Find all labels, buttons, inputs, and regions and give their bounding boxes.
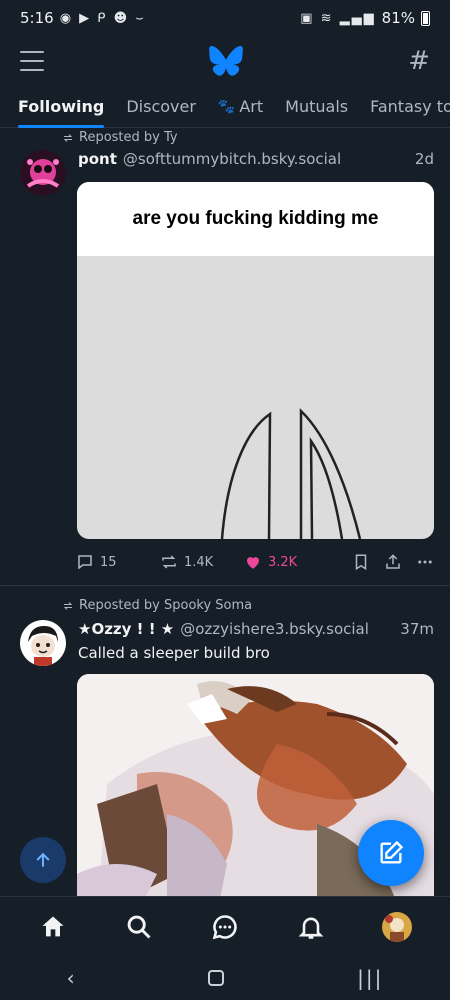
more-icon <box>418 560 432 564</box>
paw-icon: 🐾 <box>217 98 236 115</box>
more-button[interactable] <box>416 553 434 571</box>
drawing-sketch <box>220 408 362 539</box>
author-handle[interactable]: @softtummybitch.bsky.social <box>123 150 407 168</box>
share-icon <box>386 554 400 569</box>
post-text: Called a sleeper build bro <box>78 644 270 662</box>
nav-chat[interactable] <box>203 905 247 949</box>
tab-art[interactable]: 🐾 Art <box>218 86 263 128</box>
reply-button[interactable]: 15 <box>76 553 160 571</box>
clock: 5:16 <box>20 9 54 27</box>
status-bar: 5:16 ◉ ▶ ᑭ ☻ ⌣ ▣ ≋ ▂▄▆ 81% <box>0 0 450 36</box>
tab-discover[interactable]: Discover <box>126 86 196 128</box>
post-header: ★Ozzy ! ! ★ @ozzyishere3.bsky.social 37m <box>78 620 434 638</box>
nav-home[interactable] <box>31 905 75 949</box>
signal-icons: ▣ ≋ ▂▄▆ <box>300 10 376 26</box>
tab-mutuals[interactable]: Mutuals <box>285 86 348 128</box>
repost-indicator: Reposted by Ty <box>62 130 178 145</box>
chat-icon <box>212 914 237 939</box>
image-caption: are you fucking kidding me <box>132 208 379 229</box>
nav-profile[interactable] <box>375 905 419 949</box>
heart-icon <box>247 557 259 569</box>
bell-icon <box>298 917 324 939</box>
status-right: ▣ ≋ ▂▄▆ 81% <box>300 9 430 27</box>
nav-notifications[interactable] <box>289 905 333 949</box>
post-time[interactable]: 2d <box>415 150 434 168</box>
image-caption-area: are you fucking kidding me <box>77 182 434 256</box>
repost-small-icon <box>63 601 73 610</box>
repost-count: 1.4K <box>184 554 214 570</box>
bottom-nav <box>0 896 450 956</box>
recents-icon[interactable]: ||| <box>357 966 383 990</box>
post-divider <box>0 585 450 586</box>
author-handle[interactable]: @ozzyishere3.bsky.social <box>180 620 392 638</box>
reply-icon <box>78 555 92 570</box>
feed-tabs: Following Discover 🐾 Art Mutuals Fantasy … <box>0 86 450 128</box>
app-header: # <box>0 36 450 86</box>
repost-indicator: Reposted by Spooky Soma <box>62 598 252 613</box>
profile-avatar <box>382 911 412 942</box>
post-time[interactable]: 37m <box>400 620 434 638</box>
reply-count: 15 <box>100 554 117 570</box>
repost-small-icon <box>63 133 73 142</box>
bookmark-button[interactable] <box>352 553 370 571</box>
nav-search[interactable] <box>117 905 161 949</box>
avatar[interactable] <box>20 150 66 196</box>
battery-level: 81% <box>381 9 415 27</box>
bookmark-icon <box>355 554 367 571</box>
like-button[interactable]: 3.2K <box>244 553 340 571</box>
battery-icon <box>421 10 430 26</box>
menu-icon[interactable] <box>20 51 44 71</box>
tab-following[interactable]: Following <box>18 86 105 128</box>
scroll-to-top-button[interactable] <box>20 837 66 883</box>
repost-button[interactable]: 1.4K <box>160 553 244 571</box>
author-name[interactable]: pont <box>78 150 117 168</box>
tab-fantasy-toys[interactable]: Fantasy toys <box>370 86 450 128</box>
repost-icon <box>162 555 176 569</box>
notification-icons: ◉ ▶ ᑭ ☻ ⌣ <box>59 10 146 26</box>
post-header: pont @softtummybitch.bsky.social 2d <box>78 150 434 168</box>
repost-text: Reposted by Spooky Soma <box>79 598 253 613</box>
compose-icon <box>380 840 404 864</box>
tab-label: Discover <box>126 97 196 116</box>
post-image[interactable]: are you fucking kidding me <box>77 182 434 539</box>
status-left: 5:16 ◉ ▶ ᑭ ☻ ⌣ <box>20 9 146 27</box>
author-name[interactable]: ★Ozzy ! ! ★ <box>78 620 174 638</box>
system-navigation: ‹ ||| <box>0 956 450 1000</box>
post[interactable]: Reposted by Ty pont @softtummybitch.bsky… <box>0 128 450 586</box>
home-icon <box>42 916 64 936</box>
search-icon <box>127 915 151 939</box>
tab-label: Mutuals <box>285 97 349 116</box>
tab-label: Following <box>18 97 105 116</box>
compose-button[interactable] <box>358 820 424 886</box>
tab-label: Fantasy toys <box>370 97 450 116</box>
tab-label: Art <box>239 97 264 116</box>
back-icon[interactable]: ‹ <box>67 966 75 990</box>
arrow-up-icon <box>36 852 50 867</box>
hash-icon[interactable]: # <box>408 46 430 76</box>
butterfly-icon <box>209 46 243 76</box>
share-button[interactable] <box>384 553 402 571</box>
avatar[interactable] <box>20 620 66 666</box>
post-actions: 15 1.4K 3.2K <box>76 550 434 574</box>
repost-text: Reposted by Ty <box>79 130 178 145</box>
home-button-icon[interactable] <box>207 970 224 986</box>
like-count: 3.2K <box>268 554 298 570</box>
